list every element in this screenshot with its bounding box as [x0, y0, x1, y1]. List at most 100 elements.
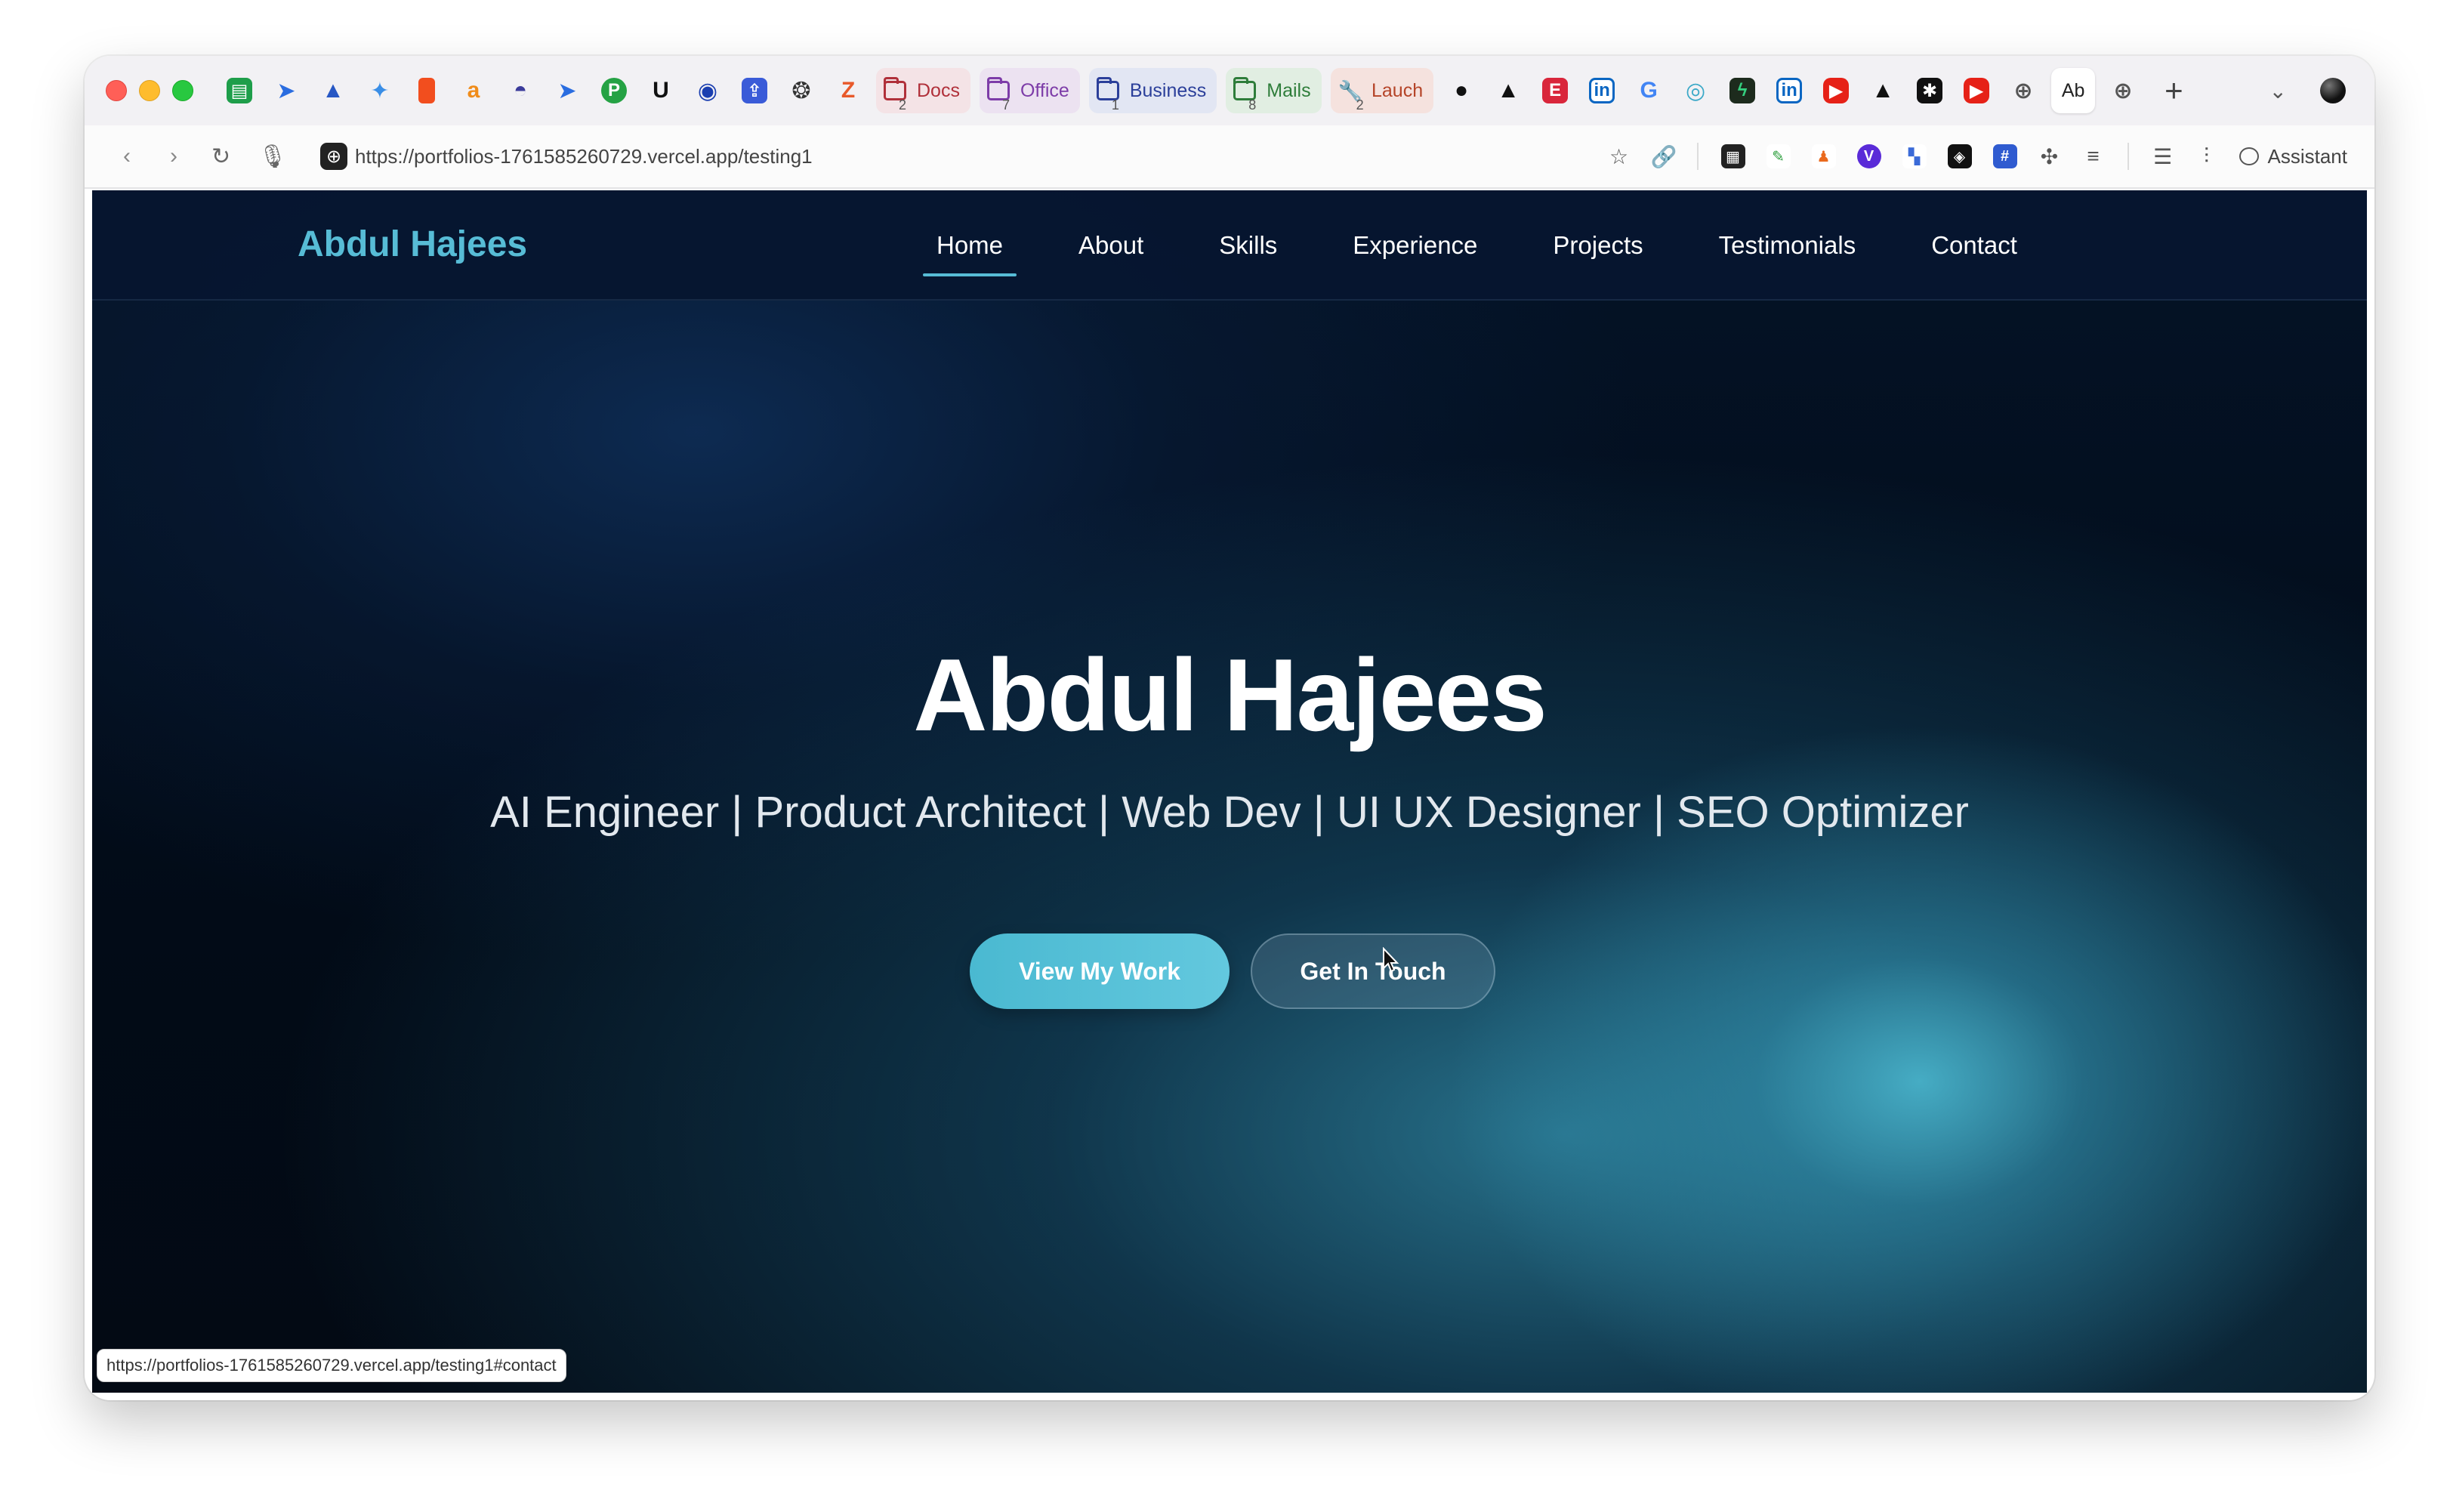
pinned-tab-flutter[interactable]: ✦: [362, 68, 398, 113]
nav-contact[interactable]: Contact: [1918, 231, 2031, 260]
pinned-tab-e[interactable]: E: [1537, 68, 1573, 113]
pinned-tab-play2[interactable]: ➤: [549, 68, 585, 113]
audio-wave-icon[interactable]: ⫶: [2195, 144, 2219, 169]
nav-projects[interactable]: Projects: [1539, 231, 1656, 260]
grid-icon: ✱: [1917, 78, 1943, 103]
z-icon: Z: [841, 78, 856, 103]
google-icon: G: [1640, 78, 1658, 103]
pinned-tab-amazon[interactable]: a: [455, 68, 492, 113]
tab-group-mails[interactable]: Mails 8: [1226, 68, 1322, 113]
toolbar-divider: [1696, 143, 1699, 170]
address-toolbar: ‹ › ↻ 🎙 ⊕ https://portfolios-17615852607…: [85, 125, 2374, 189]
site-navbar: Abdul Hajees Home About Skills Experienc…: [92, 190, 2367, 301]
tab-group-count: 1: [1111, 97, 1119, 113]
pinned-tab-linkedin2[interactable]: in: [1771, 68, 1807, 113]
pinned-tab-play[interactable]: ➤: [268, 68, 304, 113]
pinned-tab-dots[interactable]: ✱: [1911, 68, 1948, 113]
microphone-icon[interactable]: 🎙: [258, 143, 287, 170]
extension-blocks-icon[interactable]: ▚: [1902, 144, 1927, 168]
pinned-tab-u[interactable]: U: [643, 68, 679, 113]
pinned-tab-copilot[interactable]: ◓: [502, 68, 538, 113]
web-page: Abdul Hajees Home About Skills Experienc…: [92, 190, 2367, 1393]
pinned-tab-globe[interactable]: ⊕: [2005, 68, 2041, 113]
site-brand[interactable]: Abdul Hajees: [298, 224, 527, 265]
pinned-tab-github[interactable]: ●: [1443, 68, 1480, 113]
nav-skills[interactable]: Skills: [1205, 231, 1291, 260]
pinned-tab-youtube[interactable]: ▶: [1818, 68, 1854, 113]
toolbar-divider: [2127, 143, 2129, 170]
spiral-icon: ◎: [1686, 78, 1706, 103]
extension-figma-icon[interactable]: ◈: [1947, 144, 1972, 168]
tab-group-count: 8: [1248, 97, 1257, 113]
reading-list-icon[interactable]: ≡: [2081, 144, 2106, 168]
pinned-tab-openai[interactable]: ❂: [783, 68, 819, 113]
mountain-icon: ▲: [322, 78, 344, 103]
pinned-tab-figma[interactable]: [409, 68, 445, 113]
pinned-tab-linkedin[interactable]: in: [1584, 68, 1620, 113]
linkedin-icon: in: [1776, 78, 1803, 103]
tab-group-count: 2: [1356, 97, 1364, 113]
nav-home[interactable]: Home: [923, 231, 1017, 276]
extension-person-icon[interactable]: ♟: [1811, 144, 1836, 168]
globe-icon: ⊕: [2013, 78, 2033, 103]
pinned-tab-google[interactable]: G: [1631, 68, 1667, 113]
menu-lines-icon[interactable]: ☰: [2151, 144, 2175, 169]
copy-link-icon[interactable]: 🔗: [1651, 144, 1677, 169]
tab-group-business[interactable]: Business 1: [1088, 68, 1217, 113]
address-bar[interactable]: ⊕ https://portfolios-1761585260729.verce…: [320, 143, 813, 170]
tab-group-docs[interactable]: Docs 2: [876, 68, 970, 113]
tab-overview-chevron-icon[interactable]: ⌄: [2269, 79, 2287, 103]
view-my-work-button[interactable]: View My Work: [970, 933, 1230, 1009]
pinned-tab-bolt[interactable]: ϟ: [1724, 68, 1760, 113]
link-status-bar: https://portfolios-1761585260729.vercel.…: [97, 1349, 566, 1382]
pinned-tab-z[interactable]: Z: [830, 68, 866, 113]
play-arrow-icon: ➤: [557, 78, 577, 103]
nav-about[interactable]: About: [1065, 231, 1157, 260]
close-window-button[interactable]: [106, 80, 127, 101]
minimize-window-button[interactable]: [139, 80, 160, 101]
pinned-tab-p[interactable]: P: [596, 68, 632, 113]
tab-group-count: 2: [899, 97, 907, 113]
amazon-icon: a: [467, 78, 480, 103]
new-tab-button[interactable]: +: [2165, 73, 2183, 109]
extension-hash-icon[interactable]: #: [1992, 144, 2017, 168]
pinned-tabs: ▤ ➤ ▲ ✦ a ◓ ➤ P U ◉ ⇪ ❂ Z Docs 2 Office 7 …: [216, 56, 2183, 125]
e-icon: E: [1542, 78, 1569, 103]
nav-experience[interactable]: Experience: [1339, 231, 1491, 260]
pinned-tab-globe2[interactable]: ⊕: [2105, 68, 2141, 113]
extension-grid-icon[interactable]: ▦: [1720, 144, 1745, 168]
reload-icon[interactable]: ↻: [211, 143, 230, 170]
extensions-puzzle-icon[interactable]: ✣: [2038, 144, 2062, 169]
assistant-button[interactable]: Assistant: [2239, 145, 2347, 168]
get-in-touch-button[interactable]: Get In Touch: [1251, 933, 1495, 1009]
bookmark-star-icon[interactable]: ☆: [1607, 144, 1631, 169]
window-controls: [106, 80, 193, 101]
pinned-tab-sheets[interactable]: ▤: [221, 68, 258, 113]
pinned-tab-circle[interactable]: ◉: [690, 68, 726, 113]
pinned-tab-vercel2[interactable]: ▲: [1865, 68, 1901, 113]
back-icon[interactable]: ‹: [118, 143, 136, 169]
tab-group-lauch[interactable]: 🔧 Lauch 2: [1330, 68, 1434, 113]
play-arrow-icon: ➤: [276, 78, 296, 103]
pinned-tab-spiral[interactable]: ◎: [1677, 68, 1714, 113]
tab-group-label: Docs: [917, 79, 960, 101]
upload-icon: ⇪: [742, 78, 767, 103]
url-text[interactable]: https://portfolios-1761585260729.vercel.…: [355, 145, 813, 168]
browser-window: ▤ ➤ ▲ ✦ a ◓ ➤ P U ◉ ⇪ ❂ Z Docs 2 Office 7 …: [85, 56, 2374, 1400]
profile-orb-icon[interactable]: [2320, 78, 2346, 103]
pinned-tab-drive[interactable]: ▲: [315, 68, 351, 113]
forward-icon[interactable]: ›: [165, 143, 183, 169]
pinned-tab-youtube2[interactable]: ▶: [1958, 68, 1995, 113]
extension-v-icon[interactable]: V: [1856, 144, 1881, 168]
zoom-window-button[interactable]: [172, 80, 193, 101]
globe-icon: ⊕: [2113, 78, 2133, 103]
toolbar-right: ☆ 🔗 ▦ ✎ ♟ V ▚ ◈ # ✣ ≡ ☰ ⫶ Assistant: [1597, 143, 2347, 170]
extension-brush-icon[interactable]: ✎: [1766, 144, 1791, 168]
active-tab[interactable]: Ab: [2051, 68, 2096, 113]
tab-group-label: Office: [1020, 79, 1069, 101]
site-globe-icon: ⊕: [320, 143, 347, 170]
nav-testimonials[interactable]: Testimonials: [1705, 231, 1870, 260]
pinned-tab-upload[interactable]: ⇪: [736, 68, 773, 113]
tab-group-office[interactable]: Office 7: [979, 68, 1080, 113]
pinned-tab-vercel[interactable]: ▲: [1490, 68, 1526, 113]
